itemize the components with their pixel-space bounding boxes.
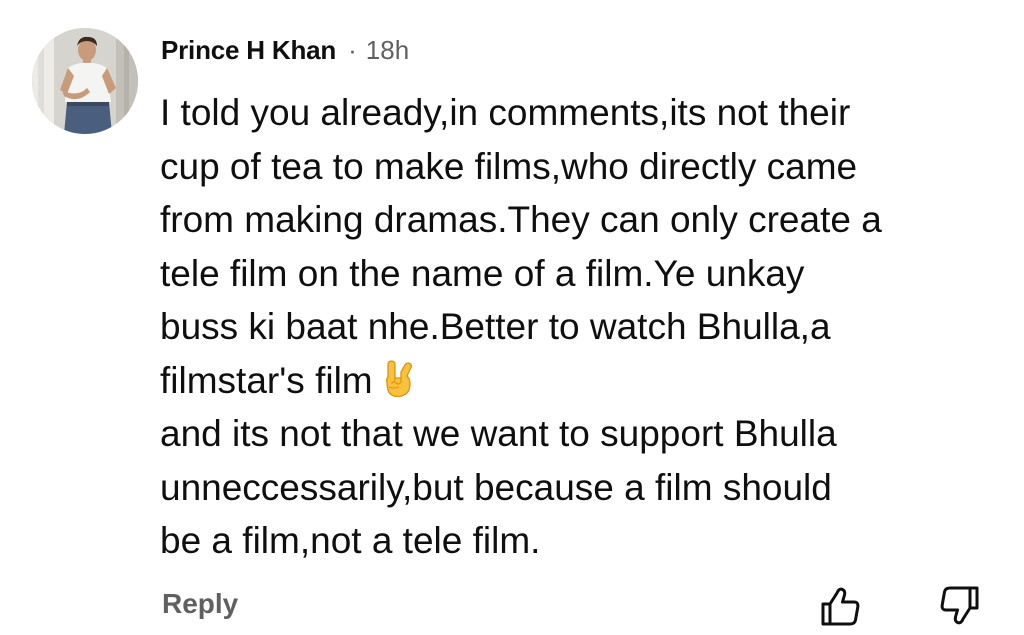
comment-actions: Reply: [0, 580, 1024, 632]
comment-line: buss ki baat nhe.Better to watch Bhulla,…: [160, 306, 831, 347]
avatar-photo: [32, 28, 138, 134]
thumbs-up-icon: [821, 587, 860, 626]
meta-separator: ·: [348, 34, 357, 65]
thumbs-down-icon: [940, 586, 979, 625]
dislike-button[interactable]: [938, 584, 982, 628]
sign-of-the-horns-icon: [379, 359, 419, 399]
comment-line: be a film,not a tele film.: [160, 520, 541, 561]
comment-header: Prince H Khan · 18h: [161, 32, 409, 68]
author-name[interactable]: Prince H Khan: [161, 35, 336, 66]
comment-line: tele film on the name of a film.Ye unkay: [160, 252, 805, 294]
comment-line: from making dramas.They can only create …: [160, 199, 882, 240]
reply-button[interactable]: Reply: [162, 588, 238, 620]
comment-card: Prince H Khan · 18h I told you already,i…: [0, 0, 1024, 635]
comment-line: cup of tea to make films,who directly ca…: [160, 145, 858, 187]
avatar[interactable]: [32, 28, 138, 134]
comment-line: and its not that we want to support Bhul…: [160, 413, 837, 454]
comment-line: unneccessarily,but because a film should: [160, 466, 832, 508]
comment-line-with-emoji: filmstar's film: [160, 354, 1010, 408]
comment-line: I told you already,in comments,its not t…: [160, 92, 851, 133]
comment-line: filmstar's film: [160, 359, 373, 401]
like-button[interactable]: [818, 584, 862, 628]
timestamp[interactable]: 18h: [366, 35, 409, 66]
comment-text: I told you already,in comments,its not t…: [160, 86, 1010, 568]
